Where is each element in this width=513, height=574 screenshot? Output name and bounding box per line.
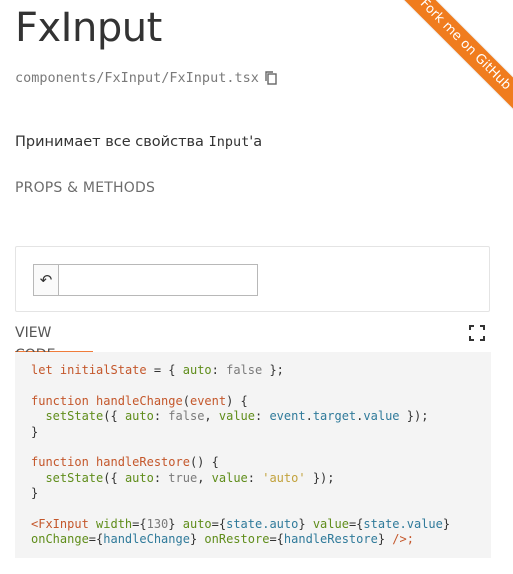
undo-icon: ↶ xyxy=(39,271,53,289)
code-line: onChange={handleChange} onRestore={handl… xyxy=(31,532,414,547)
code-tab-bar: VIEW CODE xyxy=(15,322,491,363)
copy-icon[interactable] xyxy=(264,70,278,86)
code-line: } xyxy=(31,486,39,501)
fx-input: ↶ xyxy=(33,264,258,296)
code-example: let initialState = { auto: false }; funct… xyxy=(15,352,491,558)
github-ribbon-label[interactable]: Fork me on GitHub xyxy=(393,0,513,120)
code-line: } xyxy=(31,424,39,439)
code-line: function handleRestore() { xyxy=(31,455,219,470)
component-path-text: components/FxInput/FxInput.tsx xyxy=(15,70,259,86)
code-line: let initialState = { auto: false }; xyxy=(31,363,284,377)
code-line: <FxInput width={130} auto={state.auto} v… xyxy=(31,517,451,532)
fullscreen-icon[interactable] xyxy=(469,325,485,341)
fx-input-field[interactable] xyxy=(59,265,257,295)
component-path: components/FxInput/FxInput.tsx xyxy=(15,70,278,86)
description-suffix: 'а xyxy=(249,134,263,150)
tab-view-code[interactable]: VIEW CODE xyxy=(15,322,93,363)
page-title: FxInput xyxy=(15,5,162,51)
code-line: setState({ auto: true, value: 'auto' }); xyxy=(45,470,335,485)
description-code: Input xyxy=(208,134,250,150)
github-ribbon[interactable]: Fork me on GitHub xyxy=(393,0,513,120)
component-description: Принимает все свойства Input'а xyxy=(15,134,262,150)
props-methods-link[interactable]: PROPS & METHODS xyxy=(15,180,155,196)
restore-button[interactable]: ↶ xyxy=(34,265,59,295)
code-line: function handleChange(event) { xyxy=(31,393,248,408)
description-text: Принимает все свойства xyxy=(15,134,209,150)
demo-preview: ↶ xyxy=(15,246,490,312)
code-line: setState({ auto: false, value: event.tar… xyxy=(45,409,429,424)
